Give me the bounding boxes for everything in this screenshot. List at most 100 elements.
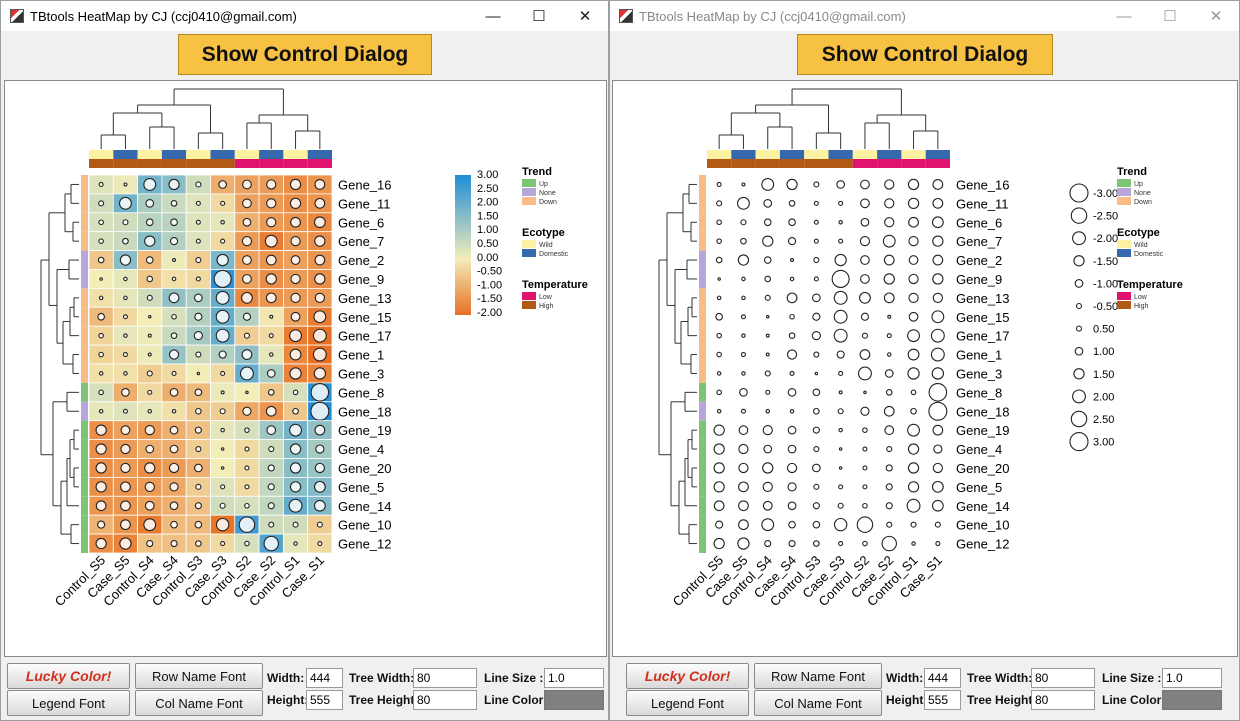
bubble-mark	[220, 484, 226, 490]
trend-annotation-cell	[81, 307, 88, 327]
bubble-mark	[931, 310, 945, 324]
size-legend-mark	[1069, 183, 1089, 203]
trend-annotation-cell	[81, 515, 88, 535]
show-control-dialog-button[interactable]: Show Control Dialog	[797, 34, 1053, 75]
row-label: Gene_4	[338, 442, 384, 457]
bubble-mark	[119, 196, 132, 210]
bubble-mark	[194, 502, 202, 510]
col-name-font-button[interactable]: Col Name Font	[135, 690, 263, 716]
tree-height-input[interactable]: 80	[1031, 690, 1095, 710]
bubble-mark	[313, 499, 326, 512]
show-control-dialog-button[interactable]: Show Control Dialog	[178, 34, 432, 75]
size-legend-mark	[1074, 279, 1084, 288]
bubble-mark	[242, 179, 252, 190]
width-input[interactable]: 444	[306, 668, 343, 688]
control-panel: Lucky Color! Legend Font Row Name Font C…	[1, 661, 608, 720]
bubble-mark	[765, 352, 770, 357]
trend-annotation-cell	[81, 420, 88, 440]
bubble-mark	[194, 388, 203, 397]
lucky-color-button[interactable]: Lucky Color!	[626, 663, 749, 689]
lucky-color-button[interactable]: Lucky Color!	[7, 663, 130, 689]
legend-item-label: Domestic	[1134, 251, 1164, 258]
bubble-mark	[144, 462, 156, 474]
legend-swatch	[522, 301, 536, 309]
legend-title: Ecotype	[522, 227, 565, 239]
legend-swatch	[522, 292, 536, 300]
tree-height-input[interactable]: 80	[413, 690, 477, 710]
bubble-mark	[293, 541, 298, 546]
trend-annotation-cell	[699, 477, 706, 497]
bubble-mark	[317, 541, 323, 547]
title-bar[interactable]: TBtools HeatMap by CJ (ccj0410@gmail.com…	[610, 1, 1239, 31]
line-color-swatch[interactable]	[1162, 690, 1222, 710]
bubble-mark	[715, 312, 723, 321]
bubble-mark	[812, 463, 821, 473]
trend-annotation-cell	[699, 401, 706, 421]
row-name-font-button[interactable]: Row Name Font	[754, 663, 882, 689]
tree-width-input[interactable]: 80	[1031, 668, 1095, 688]
bubble-mark	[289, 462, 302, 474]
legend-font-button[interactable]: Legend Font	[626, 690, 749, 716]
height-label: Height:	[267, 693, 309, 707]
bubble-mark	[196, 371, 201, 376]
height-input[interactable]: 555	[924, 690, 961, 710]
bubble-mark	[169, 501, 179, 511]
ecotype-annotation-cell	[113, 150, 138, 159]
temperature-annotation-cell	[707, 159, 732, 168]
bubble-mark	[170, 539, 178, 548]
app-icon	[619, 9, 633, 23]
maximize-button[interactable]: ☐	[1147, 1, 1193, 31]
minimize-button[interactable]: —	[470, 1, 516, 31]
bubble-mark	[266, 369, 276, 378]
bubble-mark	[910, 407, 917, 415]
bubble-mark	[99, 277, 103, 281]
bubble-mark	[862, 540, 868, 547]
bubble-mark	[716, 332, 722, 339]
minimize-button[interactable]: —	[1101, 1, 1147, 31]
bubble-mark	[145, 256, 154, 264]
bubble-mark	[862, 484, 868, 490]
bubble-mark	[170, 200, 178, 207]
bubble-window: TBtools HeatMap by CJ (ccj0410@gmail.com…	[609, 0, 1240, 721]
line-size-input[interactable]: 1.0	[1162, 668, 1222, 688]
bubble-mark	[737, 537, 750, 550]
line-size-input[interactable]: 1.0	[544, 668, 604, 688]
size-legend-label: -2.50	[1093, 211, 1118, 223]
bubble-mark	[812, 388, 821, 397]
bubble-mark	[788, 218, 796, 227]
legend-title: Temperature	[1117, 279, 1183, 291]
bubble-mark	[762, 481, 773, 492]
legend-swatch	[1117, 249, 1131, 257]
col-name-font-button[interactable]: Col Name Font	[754, 690, 882, 716]
bubble-mark	[838, 447, 843, 451]
bubble-mark	[716, 200, 723, 207]
bubble-mark	[838, 466, 843, 470]
row-label: Gene_2	[956, 253, 1002, 268]
row-label: Gene_9	[956, 272, 1002, 287]
bubble-mark	[862, 465, 868, 471]
height-input[interactable]: 555	[306, 690, 343, 710]
bubble-mark	[813, 540, 820, 547]
line-color-swatch[interactable]	[544, 690, 604, 710]
bubble-mark	[886, 445, 893, 453]
bubble-mark	[242, 312, 252, 321]
bubble-mark	[738, 500, 749, 512]
trend-annotation-cell	[699, 458, 706, 478]
close-button[interactable]: ✕	[1193, 1, 1239, 31]
row-name-font-button[interactable]: Row Name Font	[135, 663, 263, 689]
trend-annotation-cell	[81, 212, 88, 232]
close-button[interactable]: ✕	[562, 1, 608, 31]
bubble-mark	[268, 352, 274, 357]
trend-annotation-cell	[81, 534, 88, 553]
bubble-mark	[741, 333, 746, 338]
maximize-button[interactable]: ☐	[516, 1, 562, 31]
legend-font-button[interactable]: Legend Font	[7, 690, 130, 716]
bubble-mark	[831, 269, 850, 288]
width-input[interactable]: 444	[924, 668, 961, 688]
tree-width-input[interactable]: 80	[413, 668, 477, 688]
bubble-mark	[856, 516, 874, 533]
bubble-mark	[268, 333, 274, 339]
bubble-figure: Gene_16 Gene_11 Gene_6 Gene_7 Gene_2 Gene_9 Ge…	[658, 88, 1183, 609]
bubble-mark	[838, 200, 844, 206]
title-bar[interactable]: TBtools HeatMap by CJ (ccj0410@gmail.com…	[1, 1, 608, 31]
